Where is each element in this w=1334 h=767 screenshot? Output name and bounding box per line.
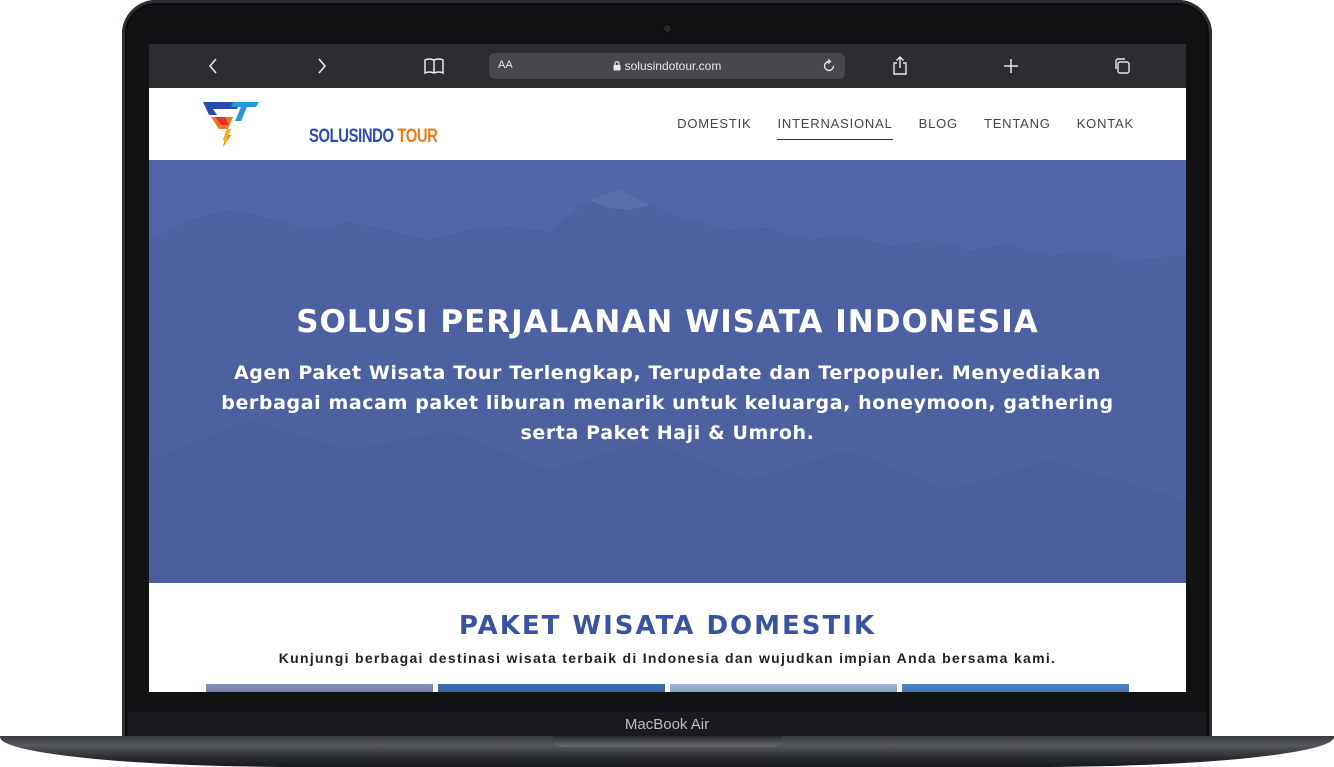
section-title: PAKET WISATA DOMESTIK: [458, 611, 877, 641]
book-icon[interactable]: [422, 54, 446, 78]
screen: AA solusindotour.com SOLUSINDO TOUR DOME…: [149, 44, 1186, 692]
nav-item-internasional[interactable]: INTERNASIONAL: [777, 116, 893, 140]
browser-toolbar: AA solusindotour.com: [149, 44, 1186, 88]
site-header: SOLUSINDO TOUR DOMESTIK INTERNASIONAL BL…: [149, 88, 1186, 160]
nav-item-blog[interactable]: BLOG: [919, 116, 958, 140]
section-subtitle: Kunjungi berbagai destinasi wisata terba…: [278, 650, 1057, 666]
package-thumbnails: [206, 684, 1129, 692]
package-thumbnail[interactable]: [438, 684, 665, 692]
hero-subtitle: Agen Paket Wisata Tour Terlengkap, Terup…: [221, 362, 1114, 444]
package-thumbnail[interactable]: [902, 684, 1129, 692]
hero-banner: SOLUSI PERJALANAN WISATA INDONESIA Agen …: [149, 160, 1186, 583]
laptop-notch: [553, 736, 782, 747]
hero-title: SOLUSI PERJALANAN WISATA INDONESIA: [296, 304, 1039, 340]
device-label: MacBook Air: [624, 716, 710, 733]
nav-item-kontak[interactable]: KONTAK: [1077, 116, 1134, 140]
tabs-icon[interactable]: [1110, 54, 1134, 78]
camera-icon: [664, 25, 671, 32]
chevron-right-icon[interactable]: [310, 54, 334, 78]
url-display[interactable]: solusindotour.com: [489, 59, 845, 73]
share-icon[interactable]: [888, 54, 912, 78]
logo-mark-icon: [203, 102, 259, 147]
chevron-left-icon[interactable]: [201, 54, 225, 78]
site-logo[interactable]: SOLUSINDO TOUR: [203, 99, 438, 149]
package-thumbnail[interactable]: [670, 684, 897, 692]
url-text: solusindotour.com: [624, 59, 722, 73]
main-nav: DOMESTIK INTERNASIONAL BLOG TENTANG KONT…: [677, 116, 1134, 140]
nav-item-tentang[interactable]: TENTANG: [984, 116, 1051, 140]
plus-icon[interactable]: [999, 54, 1023, 78]
logo-text: SOLUSINDO TOUR: [309, 126, 438, 147]
package-thumbnail[interactable]: [206, 684, 433, 692]
lock-icon: [613, 61, 621, 71]
nav-item-domestik[interactable]: DOMESTIK: [677, 116, 751, 140]
address-bar[interactable]: AA solusindotour.com: [489, 53, 845, 79]
reload-icon[interactable]: [819, 56, 839, 76]
